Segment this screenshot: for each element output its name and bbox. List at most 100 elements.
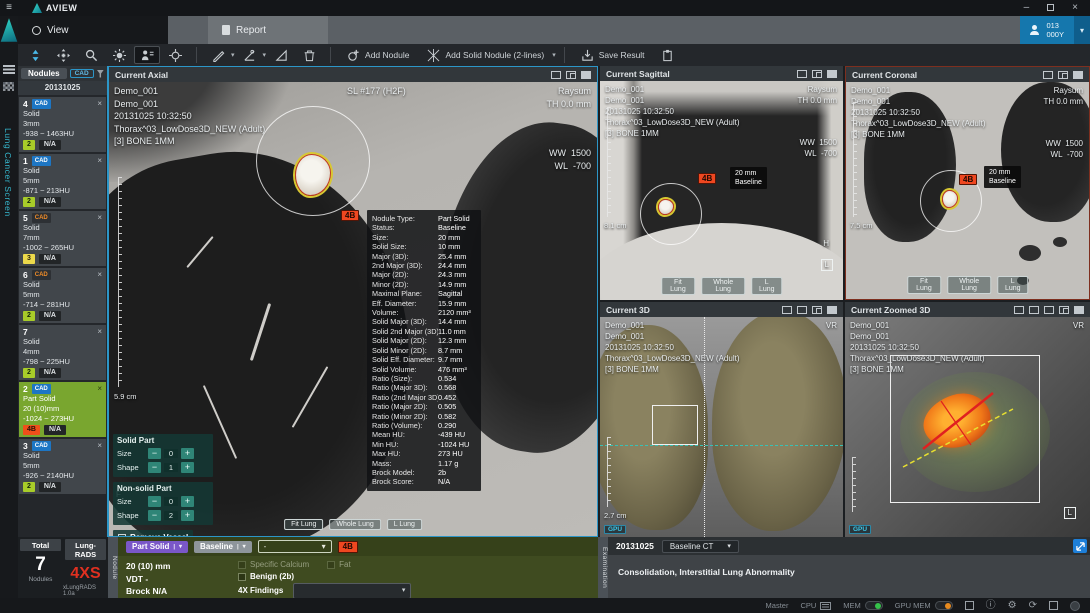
viewport-zoomed-3d[interactable]: Current Zoomed 3D Demo_001Demo_001201310…: [845, 302, 1090, 537]
tab-view[interactable]: View: [18, 16, 168, 44]
flip-vertical-icon[interactable]: [22, 46, 48, 64]
close-icon[interactable]: ×: [97, 270, 102, 280]
zoomed-3d-image[interactable]: Demo_001Demo_00120131025 10:32:50Thorax^…: [845, 317, 1090, 537]
pan-icon[interactable]: [50, 46, 76, 64]
delete-icon[interactable]: [296, 46, 322, 64]
annotation-settings-icon[interactable]: [1059, 306, 1069, 314]
exam-date[interactable]: 20131025: [616, 541, 654, 551]
lung-region-button[interactable]: Fit Lung: [284, 519, 323, 530]
solid-size-minus-button[interactable]: −: [148, 448, 161, 459]
axial-image[interactable]: Demo_001Demo_00120131025 10:32:50Thorax^…: [109, 82, 597, 536]
measure-line-icon[interactable]: [205, 46, 231, 64]
clipboard-icon[interactable]: [655, 46, 681, 64]
maximize-view-icon[interactable]: [827, 306, 837, 314]
lung-region-button[interactable]: Whole Lung: [947, 276, 991, 294]
snapshot-icon[interactable]: [551, 71, 561, 79]
nodule-card[interactable]: 5CAD×Solid7mm-1002 ~ 265HU3N/A: [19, 211, 106, 266]
snapshot-icon[interactable]: [797, 70, 807, 78]
close-icon[interactable]: ×: [97, 213, 102, 223]
close-icon[interactable]: ×: [97, 384, 102, 394]
maximize-view-icon[interactable]: [827, 70, 837, 78]
solid-size-plus-button[interactable]: +: [181, 448, 194, 459]
add-nodule-button[interactable]: Add Nodule: [339, 46, 417, 64]
nodule-grade-badge[interactable]: 4B: [341, 210, 359, 221]
layout-icon[interactable]: [782, 306, 792, 314]
3d-image[interactable]: Demo_001Demo_00120131025 10:32:50Thorax^…: [600, 317, 843, 537]
window-level-icon[interactable]: [106, 46, 132, 64]
close-icon[interactable]: ×: [97, 99, 102, 109]
zoom-icon[interactable]: [78, 46, 104, 64]
gpu-mem-toggle[interactable]: [935, 601, 953, 610]
maximize-button[interactable]: [1047, 4, 1054, 11]
nodule-card[interactable]: 6CAD×Solid5mm-714 ~ 281HU2N/A: [19, 268, 106, 323]
annotation-settings-icon[interactable]: [812, 306, 822, 314]
minimize-button[interactable]: –: [1024, 0, 1030, 16]
nonsolid-shape-minus-button[interactable]: −: [148, 510, 161, 521]
nonsolid-shape-plus-button[interactable]: +: [181, 510, 194, 521]
lung-cancer-screen-label[interactable]: Lung Cancer Screen: [3, 128, 13, 217]
compare-icon[interactable]: [1014, 306, 1024, 314]
filter-icon[interactable]: [97, 70, 104, 78]
nodule-info-icon[interactable]: [134, 46, 160, 64]
close-icon[interactable]: ×: [97, 156, 102, 166]
save-result-button[interactable]: Save Result: [573, 46, 653, 64]
angle-measure-icon[interactable]: [237, 46, 263, 64]
exam-ct-dropdown[interactable]: Baseline CT▾: [662, 540, 739, 553]
settings-gear-icon[interactable]: ⚙: [1008, 600, 1017, 612]
benign-checkbox[interactable]: [238, 573, 246, 581]
window-layout-icon[interactable]: [1049, 601, 1058, 610]
patient-dropdown-chevron-icon[interactable]: ▾: [1074, 16, 1090, 44]
findings-dropdown[interactable]: ▾: [293, 583, 411, 599]
annotation-settings-icon[interactable]: [812, 70, 822, 78]
nodule-card[interactable]: 4CAD×Solid3mm-938 ~ 1463HU2N/A: [19, 97, 106, 152]
nodule-status-dropdown[interactable]: Baseline|▾: [194, 541, 252, 553]
lung-region-button[interactable]: L Lung: [751, 277, 782, 295]
close-icon[interactable]: ×: [97, 327, 102, 337]
nodule-card[interactable]: 3CAD×Solid5mm-926 ~ 2140HU2N/A: [19, 439, 106, 494]
maximize-view-icon[interactable]: [1074, 306, 1084, 314]
ruler-icon[interactable]: [268, 46, 294, 64]
nodule-locator-box[interactable]: [652, 405, 698, 445]
lung-region-button[interactable]: Whole Lung: [329, 519, 380, 530]
nodule-grade-badge[interactable]: 4B: [959, 174, 977, 185]
nodule-grade-badge[interactable]: 4B: [698, 173, 716, 184]
expand-icon[interactable]: [1073, 539, 1087, 553]
lung-region-button[interactable]: Fit Lung: [661, 277, 695, 295]
lung-region-button[interactable]: L Lung: [387, 519, 422, 530]
app-menu-icon[interactable]: ≡: [0, 0, 18, 16]
sync-icon[interactable]: ⟳: [1029, 600, 1037, 612]
nonsolid-size-plus-button[interactable]: +: [181, 496, 194, 507]
nodule-card[interactable]: 2CAD×Part Solid20 (10)mm-1024 ~ 273HU4BN…: [19, 382, 106, 437]
maximize-view-icon[interactable]: [581, 71, 591, 79]
add-solid-nodule-dropdown-icon[interactable]: ▾: [552, 51, 556, 59]
study-date[interactable]: 20131025: [18, 81, 107, 95]
annotation-settings-icon[interactable]: [566, 71, 576, 79]
annotation-settings-icon[interactable]: [1058, 71, 1068, 79]
nodule-card[interactable]: 7×Solid4mm-798 ~ 225HU2N/A: [19, 325, 106, 380]
remove-vessel-checkbox[interactable]: Remove Vessel: [113, 530, 193, 536]
close-icon[interactable]: ×: [97, 441, 102, 451]
clipboard-icon[interactable]: [965, 601, 974, 610]
tab-report[interactable]: Report: [208, 16, 328, 44]
specific-calcium-checkbox[interactable]: [238, 561, 246, 569]
nodule-section-tab[interactable]: Nodule: [108, 537, 118, 598]
crosshair-icon[interactable]: [162, 46, 188, 64]
patient-badge[interactable]: 013 000Y: [1020, 16, 1074, 44]
lung-region-button[interactable]: L Lung: [997, 276, 1028, 294]
maximize-view-icon[interactable]: [1073, 71, 1083, 79]
coronal-image[interactable]: Demo_001Demo_00120131025 10:32:50Thorax^…: [846, 82, 1089, 299]
layout-icon[interactable]: [1029, 306, 1039, 314]
sagittal-image[interactable]: Demo_001Demo_00120131025 10:32:50Thorax^…: [600, 81, 843, 300]
mem-toggle[interactable]: [865, 601, 883, 610]
snapshot-icon[interactable]: [1044, 306, 1054, 314]
solid-shape-minus-button[interactable]: −: [148, 462, 161, 473]
viewport-sagittal[interactable]: Current Sagittal Demo_001Demo_0012013102…: [600, 66, 843, 300]
lung-region-button[interactable]: Fit Lung: [907, 276, 941, 294]
viewport-coronal[interactable]: Current Coronal Demo_001Demo_00120131025…: [845, 66, 1090, 300]
nodule-type-dropdown[interactable]: Part Solid|▾: [126, 541, 188, 553]
nodule-compare-dropdown[interactable]: -▾: [258, 540, 332, 553]
measure-dropdown-icon[interactable]: ▾: [231, 51, 235, 59]
nonsolid-size-minus-button[interactable]: −: [148, 496, 161, 507]
viewport-axial[interactable]: Current Axial Demo_001Demo_00120131025 1…: [108, 66, 598, 537]
angle-dropdown-icon[interactable]: ▾: [263, 51, 267, 59]
